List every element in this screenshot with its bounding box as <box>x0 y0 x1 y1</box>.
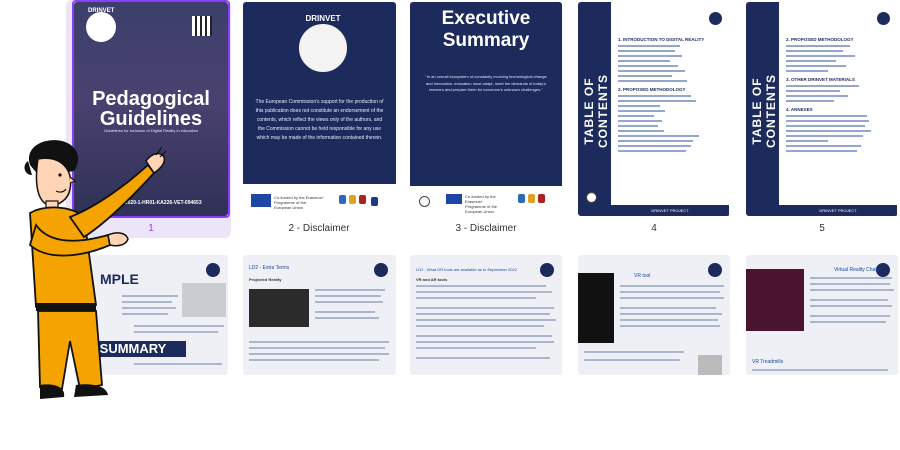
toc-section-heading: 4. ANNEXES <box>786 107 813 112</box>
summary-title-line1: Executive <box>441 8 531 29</box>
page-thumbnail-2[interactable]: DRINVET The European Commission's suppor… <box>243 2 396 216</box>
page-label-2[interactable]: 2 - Disclaimer <box>244 223 394 234</box>
summary-title-line2: Summary <box>442 30 530 51</box>
toc-list: 1. INTRODUCTION TO DIGITAL REALITY 2. PR… <box>618 32 722 152</box>
partner-logo <box>528 194 535 203</box>
toc-section-heading: 1. INTRODUCTION TO DIGITAL REALITY <box>618 37 705 42</box>
summary-quote: "In an overall ecosystem of constantly e… <box>425 74 547 92</box>
page-heading: VR tool <box>634 273 651 279</box>
toc-list: 2. PROPOSED METHODOLOGY 3. OTHER DRINVET… <box>786 32 890 152</box>
toc-footer-text: DRINVET PROJECT <box>651 208 689 213</box>
presenter-character <box>24 140 167 399</box>
drinvet-badge-icon <box>297 22 349 74</box>
page-thumbnail-3[interactable]: Executive Summary "In an overall ecosyst… <box>410 2 562 216</box>
page-thumbnail-9[interactable]: VR tool <box>578 255 730 375</box>
toc-sidebar-title: TABLE OF CONTENTS <box>750 74 778 148</box>
drinvet-corner-icon <box>708 263 722 277</box>
drinvet-corner-icon <box>206 263 220 277</box>
drinvet-corner-icon <box>709 12 722 25</box>
drinvet-corner-icon <box>374 263 388 277</box>
toc-section-heading: 2. PROPOSED METHODOLOGY <box>786 37 854 42</box>
toc-footer: DRINVET PROJECT <box>779 205 897 216</box>
page-heading: LD2 - What DR tools are available as to … <box>416 267 517 272</box>
page-thumbnail-4[interactable]: TABLE OF CONTENTS 1. INTRODUCTION TO DIG… <box>578 2 730 216</box>
page-thumbnail-7[interactable]: LD2 - Extra Terms Projected Reality <box>243 255 396 375</box>
drinvet-badge-text: DRINVET <box>305 14 341 23</box>
page-thumbnail-8[interactable]: LD2 - What DR tools are available as to … <box>410 255 562 375</box>
photo-image <box>698 355 722 375</box>
page-subheading: VR Treadmills <box>752 359 784 365</box>
toc-footer-text: DRINVET PROJECT <box>819 208 857 213</box>
comment-icon[interactable] <box>419 196 430 207</box>
comment-icon[interactable] <box>586 192 597 203</box>
disclaimer-text: The European Commission's support for th… <box>255 99 384 141</box>
partner-logo <box>339 195 346 204</box>
page-label-3[interactable]: 3 - Disclaimer <box>411 223 561 234</box>
toc-section-heading: 2. PROPOSED METHODOLOGY <box>618 87 686 92</box>
page-footer: Co-funded by the Erasmus+ Programme of t… <box>243 184 396 216</box>
partner-logo <box>349 195 356 204</box>
partner-logo <box>371 197 378 206</box>
toc-footer: DRINVET PROJECT <box>611 205 729 216</box>
page-subheading: VR and AR tools <box>416 277 448 282</box>
eu-flag-icon <box>446 194 462 204</box>
eu-flag-icon <box>251 194 271 207</box>
toc-section-heading: 3. OTHER DRINVET MATERIALS <box>786 77 855 82</box>
page-thumbnail-5[interactable]: TABLE OF CONTENTS 2. PROPOSED METHODOLOG… <box>746 2 898 216</box>
page-thumbnail-10[interactable]: Virtual Reality Chairs VR Treadmills <box>746 255 898 375</box>
photo-image <box>249 289 309 327</box>
page-heading: LD2 - Extra Terms <box>249 265 290 271</box>
partner-logo <box>518 194 525 203</box>
photo-image <box>578 273 614 343</box>
partner-logo <box>359 195 366 204</box>
photo-image <box>746 269 804 331</box>
photo-image <box>182 283 226 317</box>
toc-sidebar-title: TABLE OF CONTENTS <box>582 74 610 148</box>
page-label-5[interactable]: 5 <box>747 223 897 234</box>
eu-funding-text: Co-funded by the Erasmus+ Programme of t… <box>465 194 498 214</box>
drinvet-corner-icon <box>877 12 890 25</box>
drinvet-corner-icon <box>540 263 554 277</box>
page-subheading: Projected Reality <box>249 277 282 282</box>
page-heading: Virtual Reality Chairs <box>834 267 881 273</box>
page-label-4[interactable]: 4 <box>579 223 729 234</box>
partner-logo <box>538 194 545 203</box>
eu-funding-text: Co-funded by the Erasmus+ Programme of t… <box>274 195 324 210</box>
